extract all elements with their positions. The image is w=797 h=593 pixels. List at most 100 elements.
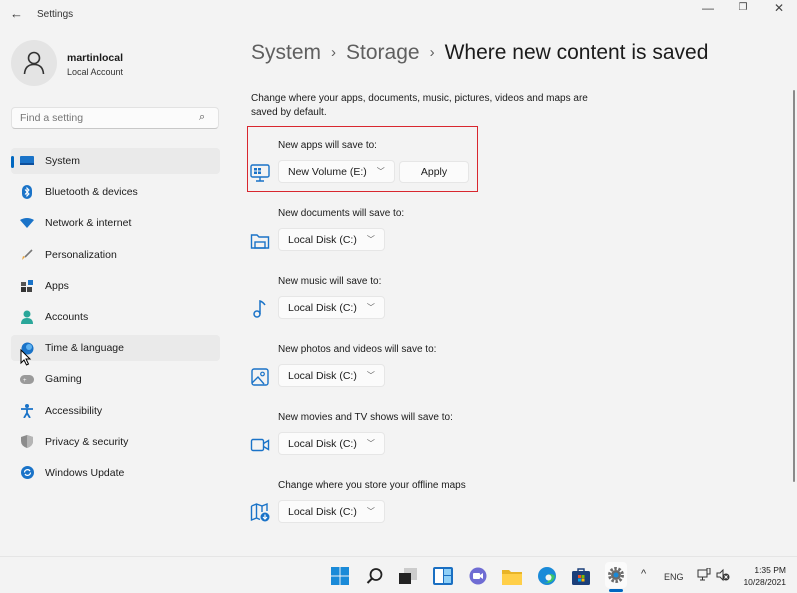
music-note-icon	[253, 299, 266, 318]
edge-button[interactable]	[537, 566, 557, 586]
gear-icon	[608, 567, 624, 583]
search-icon[interactable]: ⌕	[199, 111, 205, 124]
breadcrumb-storage[interactable]: Storage	[346, 41, 420, 64]
breadcrumb-separator: ›	[331, 44, 337, 61]
sidebar-item-accessibility[interactable]: Accessibility	[11, 398, 220, 424]
sidebar-item-label: Windows Update	[45, 466, 125, 479]
sidebar-item-time-language[interactable]: Time & language	[11, 335, 220, 362]
mouse-cursor-icon	[20, 349, 32, 366]
clock-date: 10/28/2021	[743, 577, 786, 587]
sidebar-item-label: Time & language	[45, 342, 124, 355]
maps-location-dropdown[interactable]: Local Disk (C:) ﹀	[278, 500, 385, 523]
folder-icon	[502, 569, 522, 585]
wifi-icon	[20, 216, 34, 230]
store-icon	[572, 568, 590, 585]
breadcrumb: System › Storage › Where new content is save…	[251, 41, 708, 65]
setting-label-apps: New apps will save to:	[278, 140, 377, 151]
svg-text:+: +	[23, 378, 27, 384]
chevron-down-icon: ﹀	[376, 167, 385, 176]
language-indicator[interactable]: ENG	[664, 572, 684, 582]
taskbar-search-button[interactable]	[365, 566, 385, 586]
map-download-icon	[250, 502, 270, 522]
video-camera-icon	[250, 438, 270, 452]
photos-location-dropdown[interactable]: Local Disk (C:) ﹀	[278, 364, 385, 387]
start-button[interactable]	[330, 566, 350, 586]
apply-button[interactable]: Apply	[399, 161, 469, 183]
settings-taskbar-button[interactable]	[605, 562, 627, 588]
file-explorer-button[interactable]	[502, 566, 522, 586]
breadcrumb-system[interactable]: System	[251, 41, 321, 64]
chevron-down-icon: ﹀	[366, 507, 375, 516]
brush-icon	[20, 248, 34, 262]
active-app-indicator	[609, 589, 623, 592]
network-icon[interactable]	[697, 568, 711, 582]
sidebar-item-accounts[interactable]: Accounts	[11, 304, 220, 330]
chevron-down-icon: ﹀	[366, 303, 375, 312]
taskbar: ^ ENG	[0, 556, 797, 593]
store-button[interactable]	[571, 566, 591, 586]
breadcrumb-separator: ›	[429, 44, 435, 61]
sidebar-item-label: Personalization	[45, 248, 117, 261]
setting-label-music: New music will save to:	[278, 276, 382, 287]
maximize-button[interactable]: ❐	[726, 0, 760, 18]
volume-muted-icon[interactable]	[716, 568, 730, 582]
person-icon	[20, 310, 34, 325]
apps-monitor-icon	[250, 164, 270, 182]
apps-location-dropdown[interactable]: New Volume (E:) ﹀	[278, 160, 395, 183]
documents-location-dropdown[interactable]: Local Disk (C:) ﹀	[278, 228, 385, 251]
minimize-button[interactable]: —	[691, 0, 725, 18]
account-type: Local Account	[67, 67, 124, 77]
shield-icon	[20, 435, 34, 449]
sidebar-nav: System Bluetooth & devices Network & int…	[11, 148, 220, 491]
sidebar-item-network[interactable]: Network & internet	[11, 210, 220, 236]
dropdown-value: Local Disk (C:)	[288, 233, 357, 246]
search-input[interactable]	[11, 107, 219, 129]
sidebar-item-privacy[interactable]: Privacy & security	[11, 429, 220, 455]
setting-label-maps: Change where you store your offline maps	[278, 480, 466, 491]
settings-window: ← Settings — ❐ ✕ martinlocal Local Accou…	[0, 0, 797, 555]
close-button[interactable]: ✕	[762, 0, 796, 18]
dropdown-value: New Volume (E:)	[288, 165, 367, 178]
system-icon	[20, 154, 34, 168]
page-title: Where new content is saved	[444, 41, 709, 64]
windows-logo-icon	[331, 567, 349, 585]
sidebar-item-label: Privacy & security	[45, 435, 129, 448]
music-location-dropdown[interactable]: Local Disk (C:) ﹀	[278, 296, 385, 319]
avatar[interactable]	[11, 40, 57, 86]
movies-location-dropdown[interactable]: Local Disk (C:) ﹀	[278, 432, 385, 455]
chevron-down-icon: ﹀	[366, 439, 375, 448]
widgets-button[interactable]	[433, 566, 453, 586]
selection-indicator	[11, 156, 14, 168]
dropdown-value: Local Disk (C:)	[288, 369, 357, 382]
bluetooth-icon	[20, 185, 34, 200]
apps-icon	[20, 279, 34, 293]
chat-icon	[469, 567, 487, 585]
sidebar-item-apps[interactable]: Apps	[11, 273, 220, 299]
sidebar-item-personalization[interactable]: Personalization	[11, 242, 220, 268]
back-arrow-icon[interactable]: ←	[10, 6, 23, 21]
documents-folder-icon	[250, 234, 270, 249]
show-hidden-icons-chevron[interactable]: ^	[641, 568, 646, 580]
sidebar-item-system[interactable]: System	[11, 148, 220, 175]
task-view-icon	[399, 568, 417, 584]
edge-icon	[538, 567, 556, 585]
sidebar-item-label: System	[45, 155, 81, 168]
chevron-down-icon: ﹀	[366, 371, 375, 380]
sidebar-item-bluetooth[interactable]: Bluetooth & devices	[11, 179, 220, 205]
title-bar: ← Settings — ❐ ✕	[0, 0, 797, 30]
scrollbar[interactable]	[793, 90, 795, 482]
setting-label-movies: New movies and TV shows will save to:	[278, 412, 453, 423]
teams-chat-button[interactable]	[468, 566, 488, 586]
sidebar-item-label: Bluetooth & devices	[45, 186, 138, 199]
dropdown-value: Local Disk (C:)	[288, 505, 357, 518]
page-description: Change where your apps, documents, music…	[251, 93, 588, 118]
clock-time: 1:35 PM	[754, 565, 786, 575]
dropdown-value: Local Disk (C:)	[288, 437, 357, 450]
sidebar-item-windows-update[interactable]: Windows Update	[11, 460, 220, 486]
sidebar-item-label: Network & internet	[45, 217, 132, 230]
system-clock[interactable]: 1:35 PM 10/28/2021	[740, 564, 786, 588]
task-view-button[interactable]	[398, 566, 418, 586]
sidebar-item-label: Accounts	[45, 311, 89, 324]
gamepad-icon: +	[20, 372, 34, 386]
sidebar-item-gaming[interactable]: + Gaming	[11, 366, 220, 392]
